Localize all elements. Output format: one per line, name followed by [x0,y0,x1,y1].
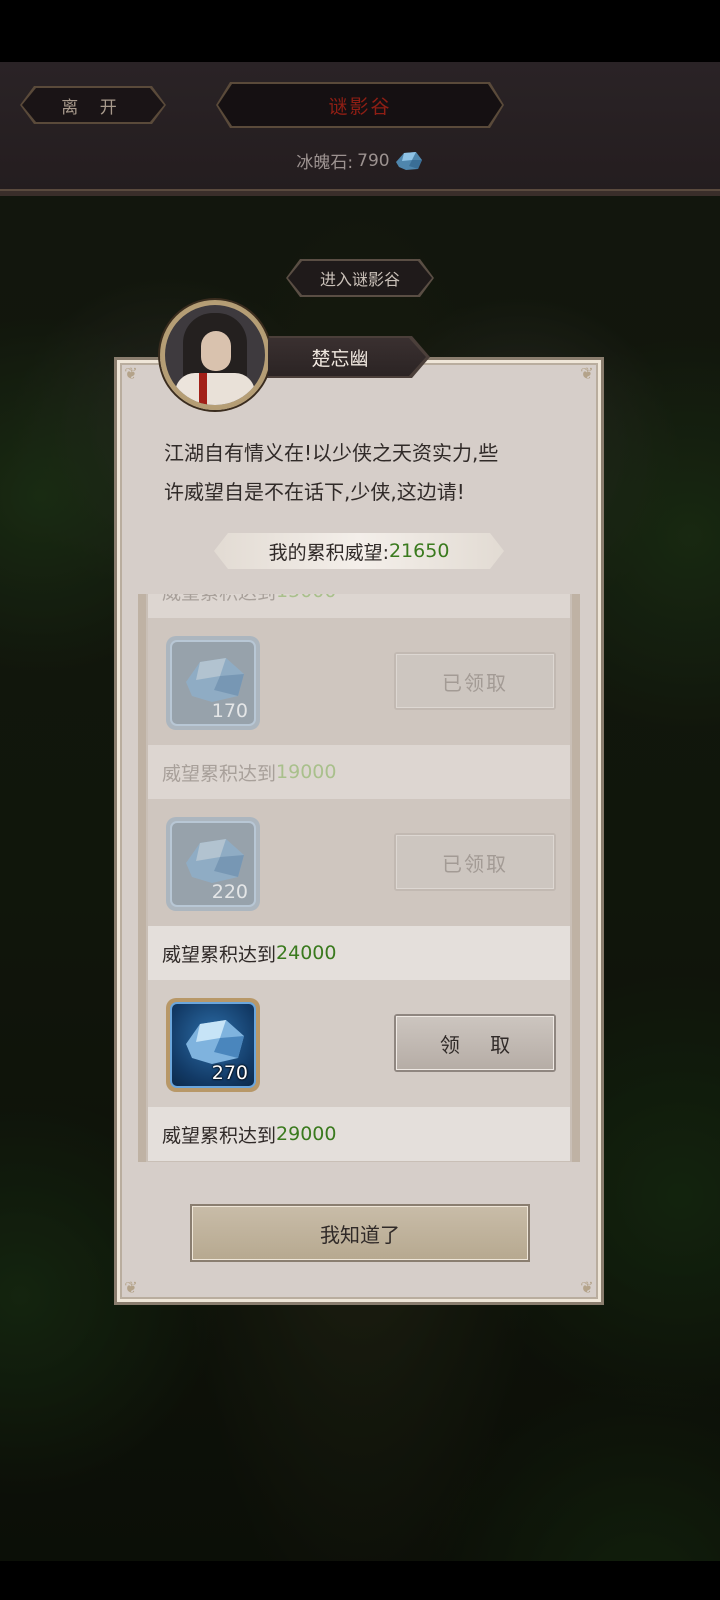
reward-item-frame: 170 [170,640,256,726]
reward-card: 威望累积达到 19000 220 已领取 [148,745,570,929]
claim-button[interactable]: 领 取 [394,1014,556,1072]
requirement-threshold: 19000 [276,761,337,783]
currency-label: 冰魄石: [296,153,354,173]
claimed-button[interactable]: 已领取 [394,652,556,710]
reward-requirement: 威望累积达到 29000 [148,1107,570,1161]
location-title: 谜影谷 [218,84,502,126]
reward-count: 270 [211,1062,248,1084]
requirement-text: 威望累积达到 [162,594,276,605]
reward-card: 威望累积达到 29000 [148,1107,570,1161]
requirement-threshold: 15000 [276,594,336,602]
reward-card: 威望累积达到 24000 270 领 取 [148,926,570,1110]
bottom-bar [0,1561,720,1600]
leave-button[interactable]: 离 开 [22,88,164,122]
npc-message-line: 江湖自有情义在!以少侠之天资实力,些 [164,441,499,465]
ice-crystal-icon [186,658,244,702]
npc-avatar [160,300,270,410]
requirement-text: 威望累积达到 [162,762,277,785]
confirm-button-label: 我知道了 [192,1206,528,1260]
ice-crystal-icon [395,151,422,170]
reward-count: 170 [211,700,248,722]
reward-requirement: 威望累积达到15000 [148,594,570,618]
reward-requirement: 威望累积达到 19000 [148,745,570,799]
currency-display: 冰魄石: 790 [0,148,720,173]
reward-item-frame: 270 [170,1002,256,1088]
requirement-threshold: 29000 [276,1123,337,1145]
npc-name: 楚忘幽 [268,338,426,376]
reward-item[interactable]: 270 [166,998,260,1092]
enter-valley-button[interactable]: 进入谜影谷 [288,261,432,295]
corner-ornament-icon: ❦ [124,364,138,383]
npc-portrait-icon [165,305,265,405]
claim-button-label: 领 取 [396,1016,554,1070]
currency-value: 790 [357,150,390,171]
reward-body: 220 已领取 [148,799,570,929]
prestige-value: 21650 [388,540,450,562]
corner-ornament-icon: ❦ [580,1278,594,1297]
reward-count: 220 [211,881,248,903]
ice-crystal-icon [186,1020,244,1064]
prestige-label: 我的累积威望: [268,541,389,564]
requirement-text: 威望累积达到 [162,943,277,966]
requirement-text: 威望累积达到 [162,1124,277,1147]
reward-item[interactable]: 170 [166,636,260,730]
corner-ornament-icon: ❦ [580,364,594,383]
npc-message-line: 许威望自是不在话下,少侠,这边请! [164,480,465,504]
reward-body: 270 领 取 [148,980,570,1110]
ice-crystal-icon [186,839,244,883]
prestige-total: 我的累积威望: 21650 [214,533,504,569]
claim-button-label: 已领取 [396,835,554,889]
reward-body: 170 已领取 [148,618,570,748]
top-bar: 离 开 谜影谷 冰魄石: 790 [0,62,720,196]
corner-ornament-icon: ❦ [124,1278,138,1297]
npc-message: 江湖自有情义在!以少侠之天资实力,些 许威望自是不在话下,少侠,这边请! [164,434,554,512]
confirm-button[interactable]: 我知道了 [190,1204,530,1262]
reward-item[interactable]: 220 [166,817,260,911]
claim-button-label: 已领取 [396,654,554,708]
reward-list[interactable]: 威望累积达到15000 170 已领取 威望累积达到19000 [138,594,580,1162]
reward-item-frame: 220 [170,821,256,907]
requirement-threshold: 24000 [276,942,337,964]
npc-robe [175,373,255,405]
reward-card: 威望累积达到15000 170 已领取 [148,594,570,748]
claimed-button[interactable]: 已领取 [394,833,556,891]
reward-requirement: 威望累积达到 24000 [148,926,570,980]
